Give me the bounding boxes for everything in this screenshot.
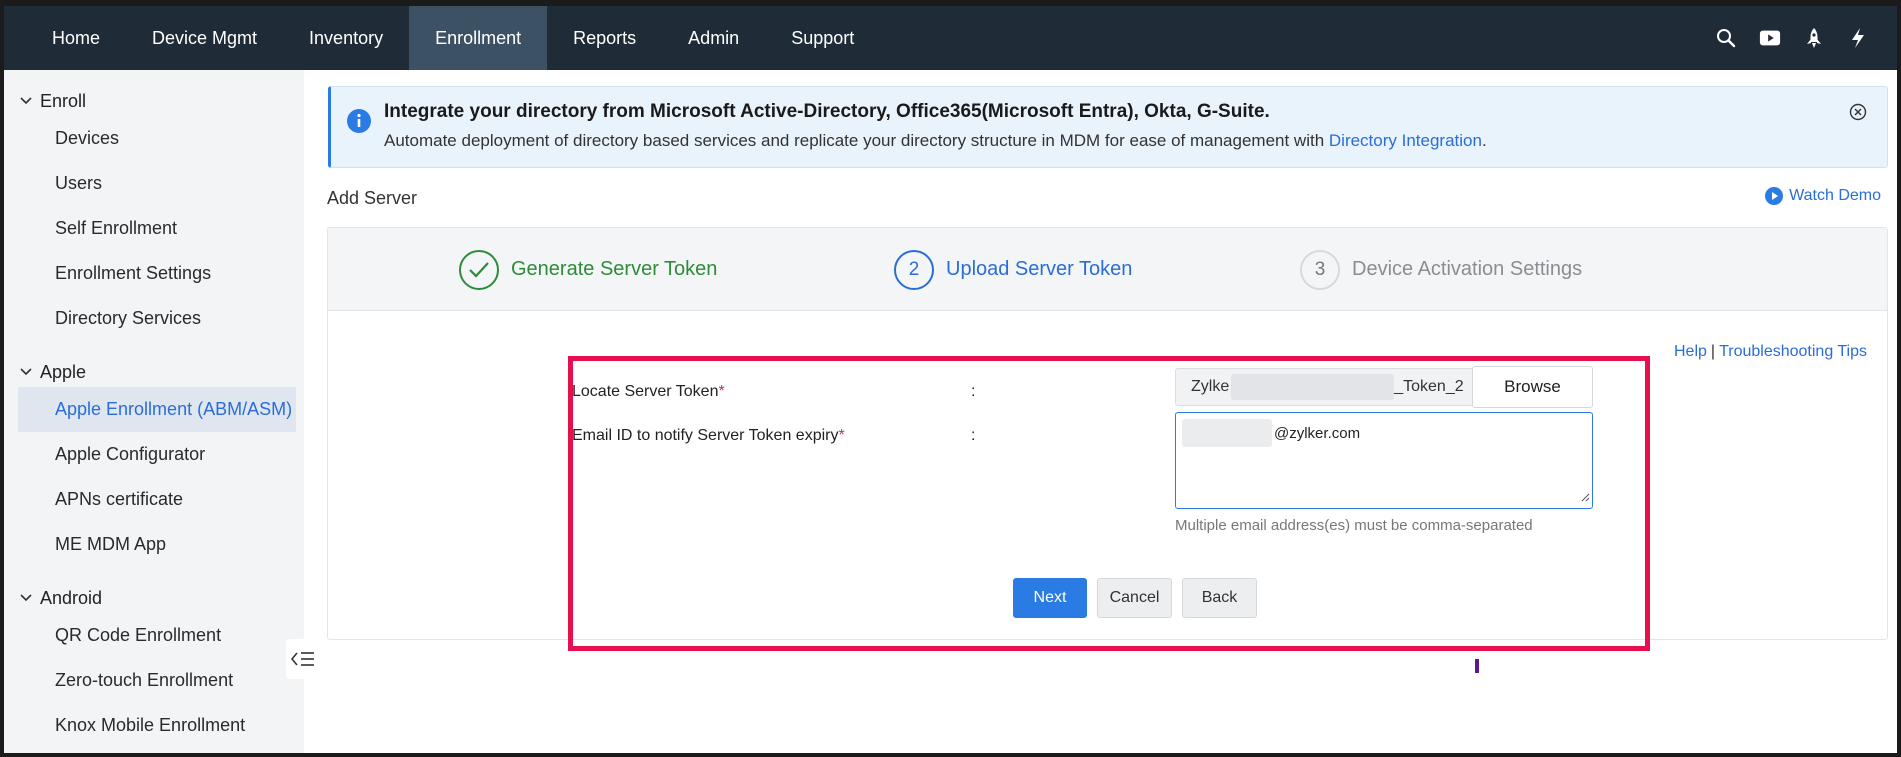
sidebar-item-apple-enrollment[interactable]: Apple Enrollment (ABM/ASM) [18, 387, 296, 432]
sidebar-group-title: Android [40, 587, 103, 608]
directory-integration-link[interactable]: Directory Integration [1329, 131, 1482, 150]
video-icon[interactable] [1759, 27, 1781, 49]
nav-icons [1715, 6, 1897, 70]
nav-tab-admin[interactable]: Admin [662, 6, 765, 70]
banner-text-after: . [1481, 131, 1487, 150]
lightning-icon[interactable] [1847, 27, 1869, 49]
sidebar-item-knox-mobile-enrollment[interactable]: Knox Mobile Enrollment [18, 703, 296, 748]
sidebar-item-devices[interactable]: Devices [18, 116, 296, 161]
email-textarea[interactable]: @zylker.com [1175, 412, 1593, 509]
troubleshooting-link[interactable]: Troubleshooting Tips [1719, 343, 1867, 360]
chevron-down-icon [20, 97, 32, 105]
required-mark: * [718, 383, 725, 400]
chevron-down-icon [20, 368, 32, 376]
sidebar-group-android: Android QR Code Enrollment Zero-touch En… [4, 583, 304, 748]
close-icon[interactable] [1849, 103, 1867, 126]
add-server-wizard: Generate Server Token 2 Upload Server To… [327, 227, 1888, 640]
redacted-text [1182, 419, 1272, 447]
step-generate-server-token: Generate Server Token [459, 228, 717, 311]
resize-handle-icon[interactable] [1580, 489, 1590, 506]
sidebar: Enroll Devices Users Self Enrollment Enr… [4, 70, 304, 753]
sidebar-group-header[interactable]: Enroll [4, 86, 304, 116]
wizard-steps: Generate Server Token 2 Upload Server To… [328, 228, 1887, 311]
sidebar-item-apns-certificate[interactable]: APNs certificate [18, 477, 296, 522]
sidebar-group-title: Apple [40, 361, 87, 382]
redacted-text [1231, 374, 1395, 400]
sidebar-item-me-mdm-app[interactable]: ME MDM App [18, 522, 296, 567]
info-icon [346, 108, 372, 139]
sidebar-group-header[interactable]: Apple [4, 357, 304, 387]
nav-tab-inventory[interactable]: Inventory [283, 6, 409, 70]
server-token-label-text: Locate Server Token [572, 383, 719, 400]
nav-tabs: Home Device Mgmt Inventory Enrollment Re… [4, 6, 880, 70]
step-label: Upload Server Token [946, 258, 1133, 280]
step-number: 2 [894, 249, 934, 290]
email-hint: Multiple email address(es) must be comma… [1175, 517, 1533, 534]
chevron-down-icon [20, 594, 32, 602]
sidebar-group-enroll: Enroll Devices Users Self Enrollment Enr… [4, 86, 304, 341]
file-name-prefix: Zylke [1191, 378, 1230, 395]
next-button[interactable]: Next [1013, 578, 1087, 618]
sidebar-item-apple-configurator[interactable]: Apple Configurator [18, 432, 296, 477]
rocket-icon[interactable] [1803, 27, 1825, 49]
email-label: Email ID to notify Server Token expiry* [572, 427, 845, 445]
step-device-activation-settings: 3 Device Activation Settings [1300, 228, 1582, 311]
nav-tab-enrollment[interactable]: Enrollment [409, 6, 548, 70]
watch-demo-link[interactable]: Watch Demo [1765, 187, 1881, 205]
link-separator: | [1710, 343, 1716, 360]
required-mark: * [838, 427, 845, 444]
top-navigation: Home Device Mgmt Inventory Enrollment Re… [4, 6, 1897, 70]
text-cursor-mark [1475, 659, 1479, 673]
nav-tab-reports[interactable]: Reports [547, 6, 662, 70]
browse-button[interactable]: Browse [1472, 366, 1593, 408]
email-value: @zylker.com [1274, 425, 1361, 442]
main-content: Integrate your directory from Microsoft … [304, 70, 1897, 753]
field-colon: : [971, 383, 976, 400]
search-icon[interactable] [1715, 27, 1737, 49]
banner-title: Integrate your directory from Microsoft … [384, 101, 1270, 122]
step-upload-server-token: 2 Upload Server Token [894, 228, 1132, 311]
page-title: Add Server [327, 188, 418, 208]
server-token-file-field[interactable]: Zylke _Token_2 [1175, 368, 1472, 406]
sidebar-group-header[interactable]: Android [4, 583, 304, 613]
help-link[interactable]: Help [1674, 343, 1707, 360]
field-colon: : [971, 427, 976, 444]
email-label-text: Email ID to notify Server Token expiry [572, 427, 839, 444]
step-label: Device Activation Settings [1352, 258, 1583, 280]
sidebar-item-self-enrollment[interactable]: Self Enrollment [18, 206, 296, 251]
banner-text: Automate deployment of directory based s… [384, 131, 1487, 151]
step-label: Generate Server Token [511, 258, 718, 280]
sidebar-item-qr-code-enrollment[interactable]: QR Code Enrollment [18, 613, 296, 658]
banner-text-before: Automate deployment of directory based s… [384, 131, 1329, 150]
nav-tab-home[interactable]: Home [26, 6, 126, 70]
nav-tab-support[interactable]: Support [765, 6, 880, 70]
sidebar-group-title: Enroll [40, 90, 87, 111]
step-number: 3 [1300, 249, 1340, 290]
sidebar-item-zero-touch-enrollment[interactable]: Zero-touch Enrollment [18, 658, 296, 703]
directory-integration-banner: Integrate your directory from Microsoft … [328, 86, 1888, 168]
sidebar-group-apple: Apple Apple Enrollment (ABM/ASM) Apple C… [4, 357, 304, 567]
watch-demo-label: Watch Demo [1789, 187, 1881, 204]
play-icon [1765, 187, 1784, 205]
file-name-suffix: _Token_2 [1394, 378, 1464, 395]
back-button[interactable]: Back [1182, 578, 1257, 618]
nav-tab-device-mgmt[interactable]: Device Mgmt [126, 6, 283, 70]
sidebar-item-enrollment-settings[interactable]: Enrollment Settings [18, 251, 296, 296]
sidebar-item-directory-services[interactable]: Directory Services [18, 296, 296, 341]
cancel-button[interactable]: Cancel [1097, 578, 1172, 618]
server-token-label: Locate Server Token* [572, 383, 725, 401]
sidebar-item-users[interactable]: Users [18, 161, 296, 206]
app-window: Home Device Mgmt Inventory Enrollment Re… [0, 0, 1901, 757]
help-links: Help | Troubleshooting Tips [1674, 343, 1867, 361]
check-icon [459, 249, 499, 290]
